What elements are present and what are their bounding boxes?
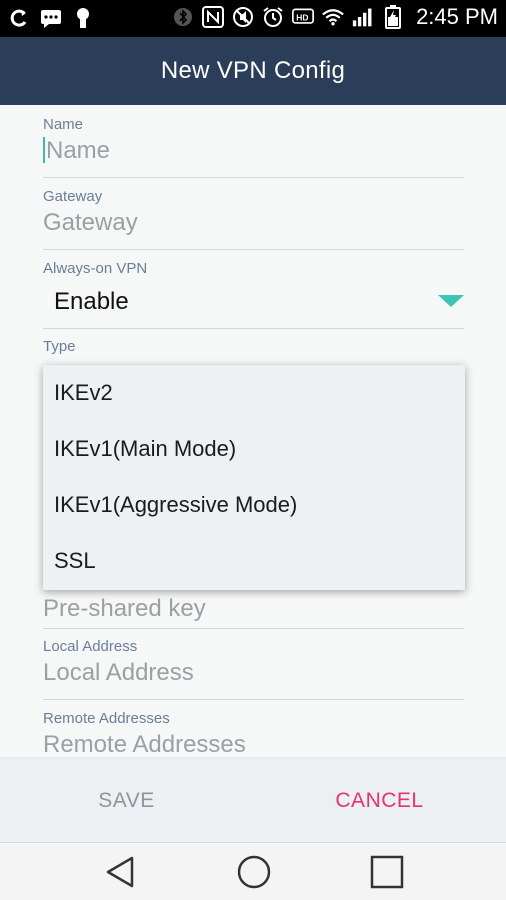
status-right-icons: HD 2:45 PM <box>172 4 498 30</box>
alarm-icon <box>262 5 284 29</box>
psk-divider <box>43 628 464 629</box>
wifi-icon <box>322 5 344 29</box>
status-bar: HD 2:45 PM <box>0 0 506 37</box>
cancel-button[interactable]: CANCEL <box>253 758 506 843</box>
back-icon[interactable] <box>100 853 140 891</box>
always-on-field[interactable]: Always-on VPN Enable <box>43 260 464 320</box>
always-on-dropdown[interactable]: Enable <box>54 288 129 316</box>
remote-addresses-field[interactable]: Remote Addresses Remote Addresses <box>43 710 464 755</box>
battery-charging-icon <box>382 5 404 29</box>
name-divider <box>43 177 464 178</box>
gateway-label: Gateway <box>43 188 103 205</box>
action-bar: SAVE CANCEL <box>0 757 506 842</box>
name-field[interactable]: Name Name <box>43 116 464 165</box>
always-on-divider <box>43 328 464 329</box>
save-button[interactable]: SAVE <box>0 758 253 843</box>
home-icon[interactable] <box>234 853 274 891</box>
type-dropdown-menu: IKEv2 IKEv1(Main Mode) IKEv1(Aggressive … <box>43 365 465 590</box>
bluetooth-icon <box>172 5 194 29</box>
menu-item-ssl[interactable]: SSL <box>43 533 465 589</box>
recents-icon[interactable] <box>367 853 407 891</box>
local-address-divider <box>43 699 464 700</box>
remote-addresses-label: Remote Addresses <box>43 710 170 727</box>
app-bar: New VPN Config <box>0 37 506 105</box>
menu-item-ikev1-aggressive[interactable]: IKEv1(Aggressive Mode) <box>43 477 465 533</box>
keyhole-icon <box>72 6 94 30</box>
mute-icon <box>232 5 254 29</box>
dropdown-arrow-icon[interactable] <box>438 295 464 307</box>
hd-voice-icon: HD <box>292 5 315 29</box>
gateway-divider <box>43 249 464 250</box>
message-icon <box>40 6 62 30</box>
local-address-field[interactable]: Local Address Local Address <box>43 638 464 687</box>
name-label: Name <box>43 116 84 133</box>
name-input[interactable]: Name <box>43 137 464 165</box>
local-address-input[interactable]: Local Address <box>43 659 464 687</box>
menu-item-ikev1-main[interactable]: IKEv1(Main Mode) <box>43 421 465 477</box>
status-time: 2:45 PM <box>416 4 498 29</box>
nfc-icon <box>202 5 225 29</box>
psk-field[interactable]: Pre-shared key <box>43 591 464 623</box>
gateway-field[interactable]: Gateway Gateway <box>43 188 464 237</box>
psk-input[interactable]: Pre-shared key <box>43 595 464 623</box>
status-left-icons <box>8 6 94 30</box>
text-cursor <box>43 137 45 163</box>
signal-icon <box>352 5 374 29</box>
gateway-input[interactable]: Gateway <box>43 209 464 237</box>
menu-item-ikev2[interactable]: IKEv2 <box>43 365 465 421</box>
type-field[interactable]: Type <box>43 338 464 355</box>
remote-addresses-input[interactable]: Remote Addresses <box>43 731 464 755</box>
name-placeholder: Name <box>46 137 111 164</box>
local-address-label: Local Address <box>43 638 138 655</box>
type-label: Type <box>43 338 76 355</box>
always-on-label: Always-on VPN <box>43 260 148 277</box>
page-title: New VPN Config <box>160 57 346 84</box>
svg-text:HD: HD <box>296 12 308 22</box>
sync-icon <box>8 6 30 30</box>
navigation-bar <box>0 842 506 900</box>
